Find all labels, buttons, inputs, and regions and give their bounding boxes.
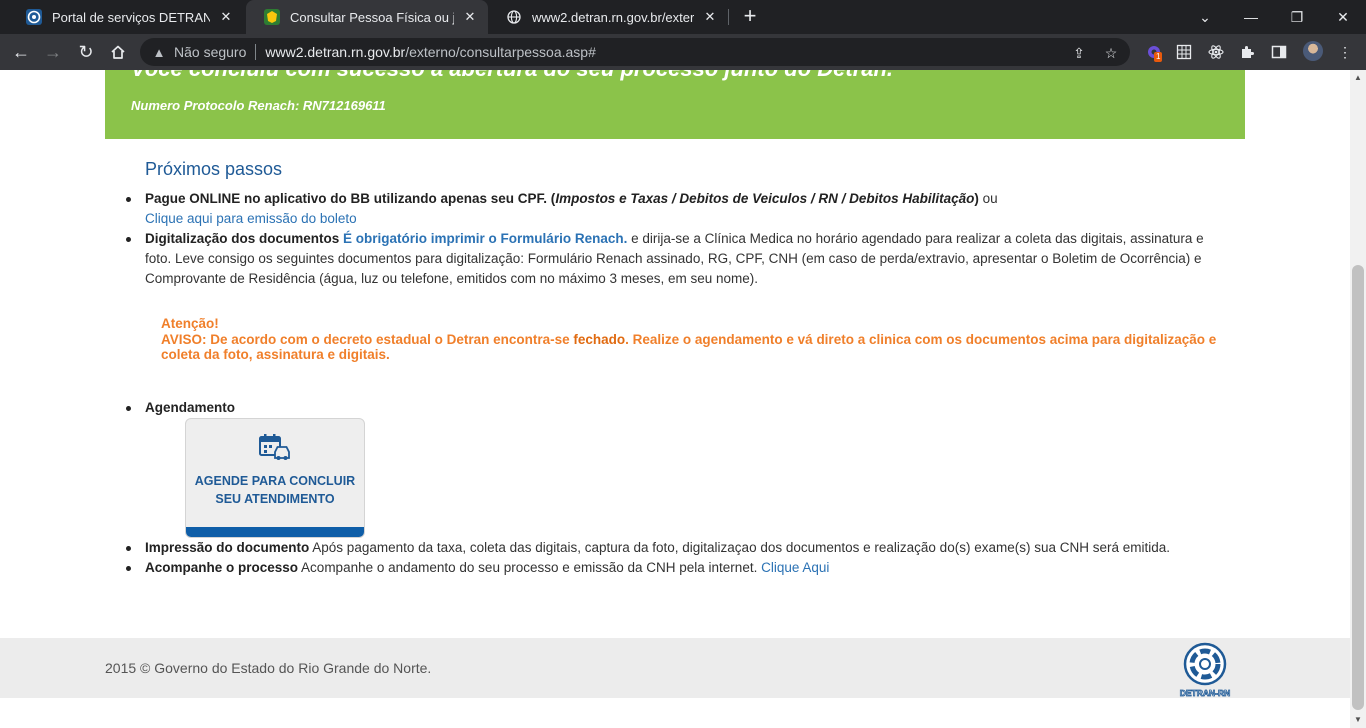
notice-line2: coleta da foto, assinatura e digitais.: [161, 347, 390, 362]
payment-tail: ou: [978, 191, 998, 206]
schedule-button-label: AGENDE PARA CONCLUIR SEU ATENDIMENTO: [186, 472, 364, 508]
scroll-up-arrow-icon[interactable]: ▲: [1353, 74, 1363, 82]
digitalization-line1: e dirija-se a Clínica Medica no horário …: [627, 231, 1204, 246]
bullet-dot: [126, 237, 131, 242]
url-text[interactable]: www2.detran.rn.gov.br/externo/consultarp…: [265, 44, 596, 60]
home-button[interactable]: [106, 40, 130, 64]
print-bold-text: Impressão do documento: [145, 540, 310, 555]
minimize-button[interactable]: —: [1228, 0, 1274, 34]
detran-crest-favicon: [264, 9, 280, 25]
schedule-button-bar: [186, 527, 364, 537]
scroll-down-arrow-icon[interactable]: ▼: [1353, 716, 1363, 724]
profile-avatar[interactable]: [1303, 41, 1323, 61]
browser-tab-strip: Portal de serviços DETRAN/RN ✕ Consultar…: [0, 0, 1366, 34]
share-icon[interactable]: ⇪: [1070, 44, 1088, 62]
react-devtools-icon[interactable]: [1206, 42, 1226, 62]
notice-pre: AVISO: De acordo com o decreto estadual …: [161, 332, 574, 347]
protocol-number: Numero Protocolo Renach: RN712169611: [131, 98, 386, 113]
digitalization-bold-text: Digitalização dos documentos: [145, 231, 340, 246]
extensions-puzzle-icon[interactable]: [1237, 42, 1257, 62]
warning-icon[interactable]: ▲: [152, 45, 166, 60]
schedule-label-line2: SEU ATENDIMENTO: [215, 492, 335, 506]
browser-toolbar: ← → ↻ ▲ Não seguro www2.detran.rn.gov.br…: [0, 34, 1366, 70]
page-footer: 2015 © Governo do Estado do Rio Grande d…: [0, 638, 1350, 698]
schedule-button[interactable]: AGENDE PARA CONCLUIR SEU ATENDIMENTO: [185, 418, 365, 538]
tab-search-icon[interactable]: ⌄: [1182, 0, 1228, 34]
back-button[interactable]: ←: [9, 40, 33, 64]
follow-bold-text: Acompanhe o processo: [145, 560, 299, 575]
notice-line1: AVISO: De acordo com o decreto estadual …: [161, 332, 1231, 348]
restore-button[interactable]: ❐: [1274, 0, 1320, 34]
bullet-dot: [126, 566, 131, 571]
browser-menu-icon[interactable]: ⋮: [1335, 42, 1355, 62]
tab-portal-detran[interactable]: Portal de serviços DETRAN/RN ✕: [8, 0, 244, 34]
renach-form-link[interactable]: É obrigatório imprimir o Formulário Rena…: [343, 231, 627, 246]
close-icon[interactable]: ✕: [218, 9, 234, 25]
bullet-dot: [126, 406, 131, 411]
bullet-dot: [126, 546, 131, 551]
notice-title: Atenção!: [161, 316, 219, 331]
boleto-line: Clique aqui para emissão do boleto: [145, 209, 1235, 229]
detran-rn-logo: DETRAN-RN: [1179, 642, 1231, 698]
address-bar[interactable]: ▲ Não seguro www2.detran.rn.gov.br/exter…: [140, 38, 1130, 66]
tab-label: Consultar Pessoa Física ou jurídica: [290, 9, 454, 25]
close-icon[interactable]: ✕: [462, 9, 478, 25]
window-close-button[interactable]: ✕: [1320, 0, 1366, 34]
banner-title: Você concluiu com sucesso a abertura do …: [131, 70, 893, 82]
notice-post: . Realize o agendamento e vá direto a cl…: [625, 332, 1217, 347]
close-icon[interactable]: ✕: [702, 9, 718, 25]
tab-externo-home[interactable]: www2.detran.rn.gov.br/externo/Home ✕: [488, 0, 728, 34]
digitalization-line2: foto. Leve consigo os seguintes document…: [145, 251, 1202, 266]
globe-icon: [506, 9, 522, 25]
grid-extension-icon[interactable]: [1174, 42, 1194, 62]
tab-label: Portal de serviços DETRAN/RN: [52, 9, 210, 25]
schedule-label-line1: AGENDE PARA CONCLUIR: [194, 474, 356, 488]
follow-link[interactable]: Clique Aqui: [761, 560, 829, 575]
url-path: /externo/consultarpessoa.asp#: [405, 44, 596, 60]
security-label[interactable]: Não seguro: [174, 44, 246, 60]
payment-bold-text: Pague ONLINE no aplicativo do BB utiliza…: [145, 191, 556, 206]
next-steps-heading: Próximos passos: [145, 159, 283, 179]
digitalization-line3: Comprovante de Residência (água, luz ou …: [145, 271, 759, 286]
follow-text: Acompanhe o andamento do seu processo e …: [298, 560, 762, 575]
url-host: www2.detran.rn.gov.br: [265, 44, 406, 60]
boleto-link[interactable]: Clique aqui para emissão do boleto: [145, 211, 357, 226]
address-divider: [255, 44, 257, 60]
page-viewport: Você concluiu com sucesso a abertura do …: [0, 70, 1350, 728]
scrollbar-thumb[interactable]: [1352, 265, 1364, 710]
tab-separator: [728, 9, 729, 25]
reload-button[interactable]: ↻: [74, 40, 98, 64]
notice-closed-word: fechado: [573, 332, 626, 347]
bullet-dot: [126, 197, 131, 202]
calendar-car-icon: [259, 434, 290, 460]
side-panel-icon[interactable]: [1269, 42, 1289, 62]
print-text: Após pagamento da taxa, coleta das digit…: [309, 540, 1170, 555]
extension-badge: 1: [1154, 52, 1163, 62]
success-banner: Você concluiu com sucesso a abertura do …: [105, 70, 1245, 139]
tab-label: www2.detran.rn.gov.br/externo/Home: [532, 9, 694, 25]
logo-text: DETRAN-RN: [1180, 688, 1231, 698]
payment-path-text: Impostos e Taxas / Debitos de Veiculos /…: [555, 191, 975, 206]
footer-copyright: 2015 © Governo do Estado do Rio Grande d…: [105, 660, 432, 676]
bookmark-star-icon[interactable]: ☆: [1102, 44, 1120, 62]
tab-consultar-pessoa[interactable]: Consultar Pessoa Física ou jurídica ✕: [246, 0, 488, 34]
detran-favicon: [26, 9, 42, 25]
forward-button[interactable]: →: [41, 40, 65, 64]
extension-puzzle-badge-icon[interactable]: 1: [1144, 42, 1164, 62]
new-tab-button[interactable]: +: [738, 5, 762, 29]
schedule-bold-text: Agendamento: [145, 400, 236, 415]
